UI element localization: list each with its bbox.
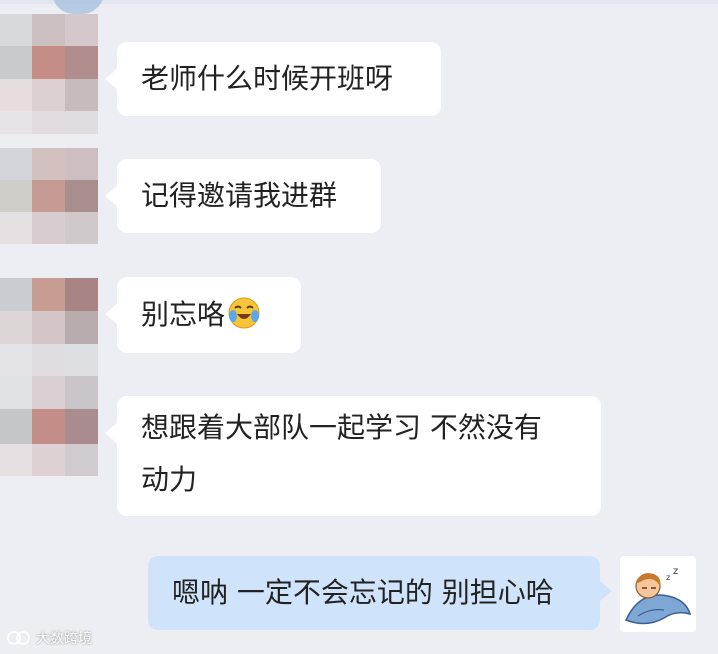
watermark: 大数跨境 [6, 628, 92, 648]
svg-text:z: z [666, 573, 670, 582]
message-text: 记得邀请我进群 [141, 179, 338, 212]
laughing-crying-face-icon [228, 297, 260, 329]
previous-avatar-fragment [52, 0, 104, 14]
sender-avatar[interactable] [0, 376, 98, 476]
message-bubble-self[interactable]: 嗯呐 一定不会忘记的 别担心哈 [148, 556, 612, 630]
message-text-content: 别忘咯 [141, 298, 226, 331]
message-text-line: 动力 [141, 463, 198, 496]
message-text: 老师什么时候开班呀 [141, 62, 394, 95]
message-bubble[interactable]: 别忘咯 [105, 277, 301, 353]
self-avatar[interactable]: z z [620, 556, 696, 632]
message-bubble[interactable]: 老师什么时候开班呀 [105, 42, 441, 116]
message-text: 别忘咯 [141, 277, 277, 339]
sender-avatar[interactable] [0, 148, 98, 244]
watermark-text: 大数跨境 [36, 631, 92, 647]
message-text: 嗯呐 一定不会忘记的 别担心哈 [172, 576, 554, 609]
brand-logo-icon [7, 631, 30, 645]
svg-text:z: z [673, 566, 678, 577]
sender-avatar[interactable] [0, 14, 98, 134]
top-edge [0, 0, 718, 4]
sender-avatar[interactable] [0, 278, 98, 376]
message-bubble[interactable]: 记得邀请我进群 [105, 159, 381, 233]
message-bubble[interactable]: 想跟着大部队一起学习 不然没有 动力 [105, 396, 601, 516]
sleeping-cartoon-icon: z z [620, 556, 696, 632]
message-text-line: 想跟着大部队一起学习 不然没有 [141, 411, 542, 444]
